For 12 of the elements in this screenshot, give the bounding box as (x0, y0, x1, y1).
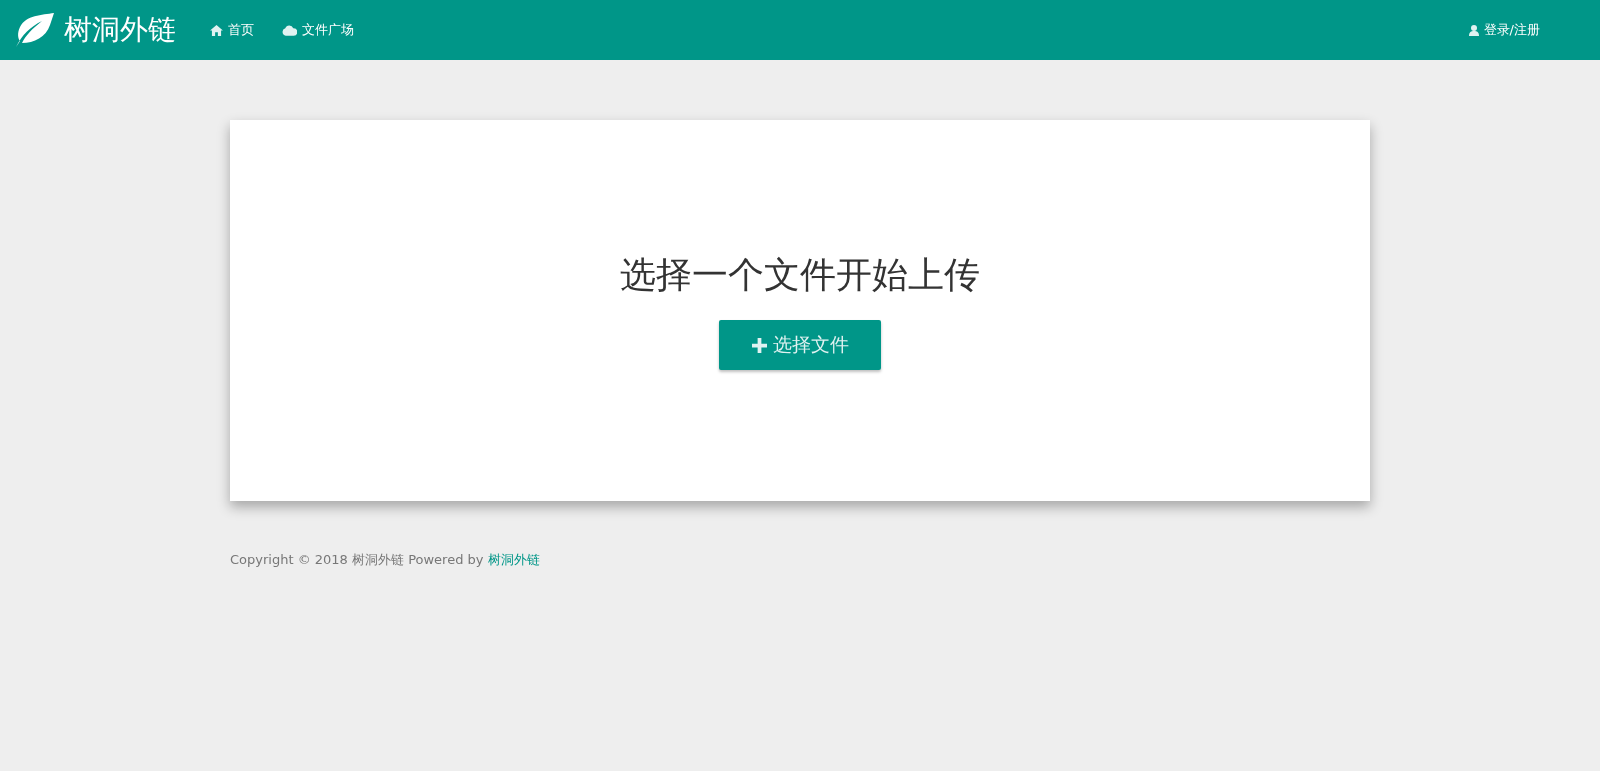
nav-link[interactable]: 首页 (210, 21, 254, 39)
plus-icon (751, 337, 767, 353)
home-icon (210, 24, 223, 36)
nav-link[interactable]: 文件广场 (282, 21, 354, 39)
footer-link[interactable]: 树洞外链 (488, 551, 541, 569)
login-link[interactable]: 登录/注册 (1468, 21, 1540, 39)
upload-heading: 选择一个文件开始上传 (620, 253, 980, 297)
copyright-text: Copyright © 2018 树洞外链 Powered by (230, 551, 484, 569)
user-icon (1468, 24, 1479, 36)
choose-file-button[interactable]: 选择文件 (719, 320, 881, 370)
brand-name[interactable]: 树洞外链 (64, 11, 176, 49)
cloud-icon (282, 24, 297, 36)
